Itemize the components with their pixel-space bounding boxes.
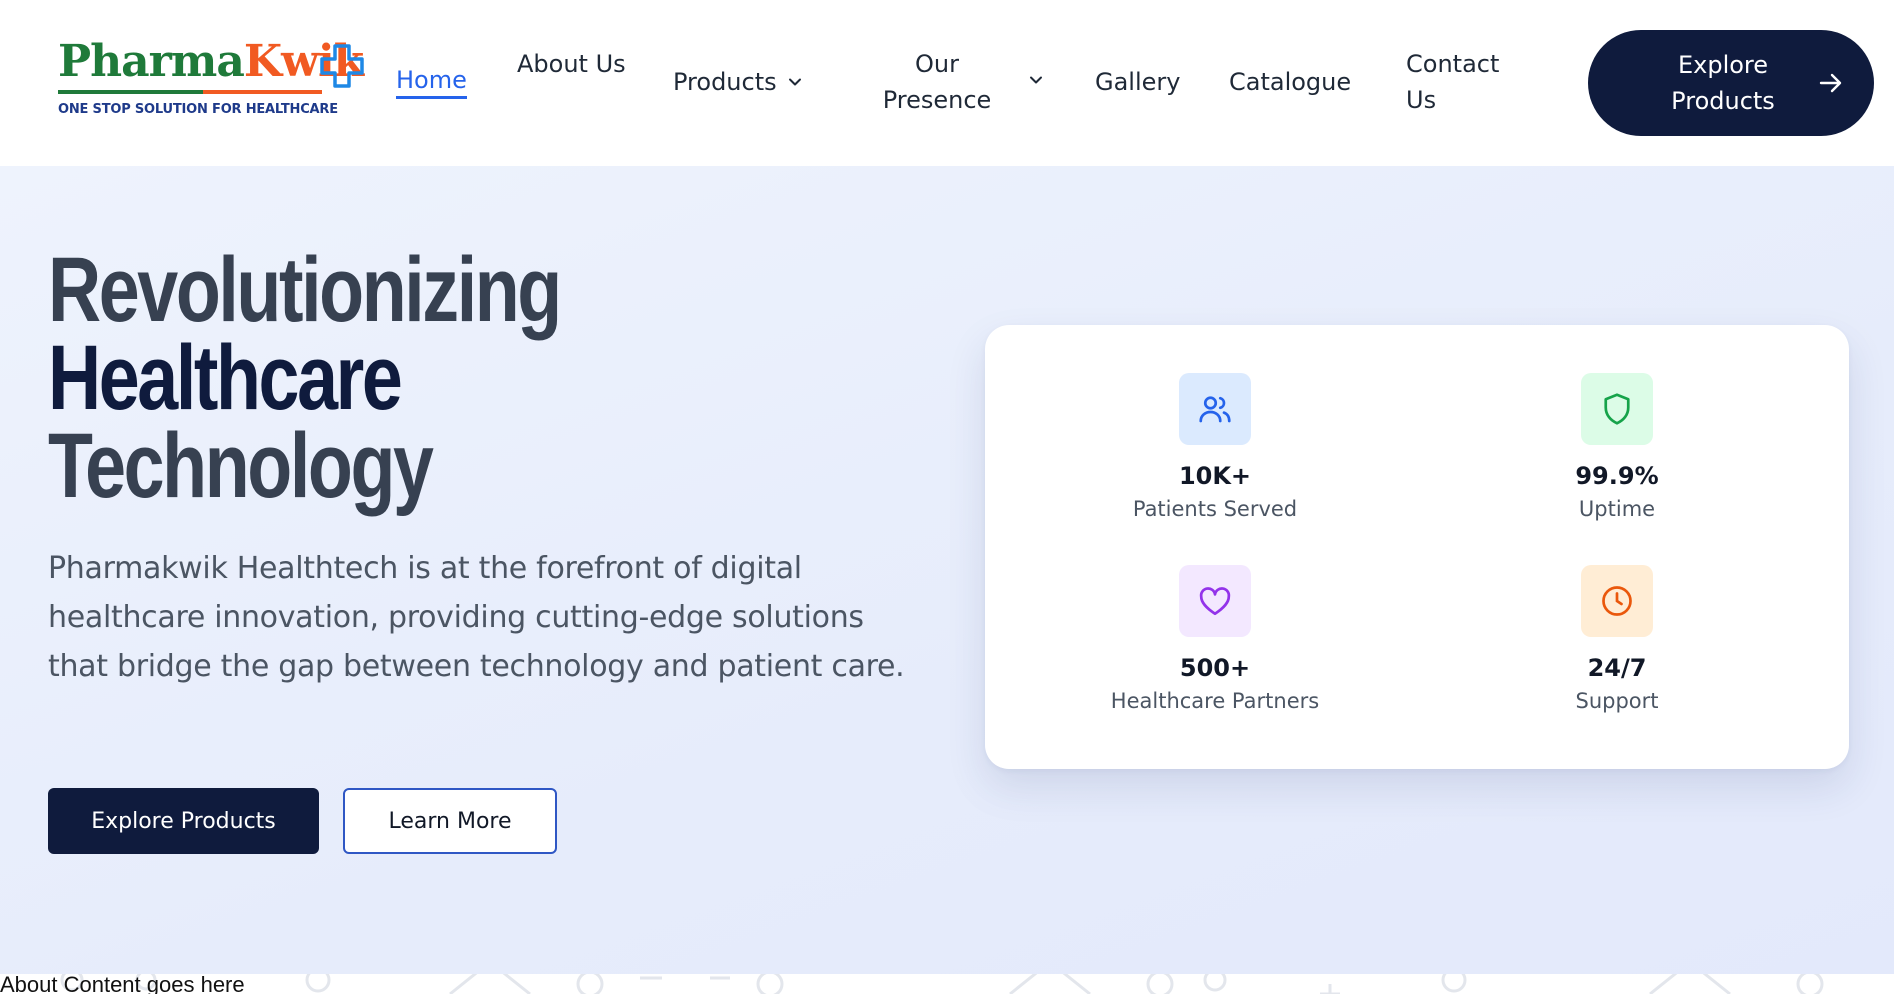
medical-cross-icon (320, 44, 364, 88)
stat-icon-box (1581, 373, 1653, 445)
nav-catalogue[interactable]: Catalogue (1229, 64, 1351, 100)
brand-name-part1: Pharma (58, 36, 245, 87)
about-section: About Content goes here (0, 974, 1894, 994)
hero-title-line1: Revolutionizing (48, 239, 562, 341)
hero-title: Revolutionizing Healthcare Technology (48, 239, 562, 517)
brand-underline (58, 90, 322, 94)
stat-patients-served: 10K+ Patients Served (1065, 373, 1365, 523)
stat-value: 99.9% (1575, 462, 1659, 490)
brand-tagline: ONE STOP SOLUTION FOR HEALTHCARE (58, 102, 338, 117)
about-placeholder-text: About Content goes here (0, 974, 245, 994)
nav-home[interactable]: Home (396, 64, 467, 99)
stat-support: 24/7 Support (1467, 565, 1767, 715)
stat-icon-box (1179, 565, 1251, 637)
clock-icon (1602, 586, 1632, 616)
arrow-right-icon (1819, 73, 1842, 93)
nav-contact-us[interactable]: Contact Us (1406, 46, 1516, 118)
nav-products-label: Products (673, 68, 777, 96)
hero-title-line3: Technology (48, 415, 434, 517)
stat-label: Support (1575, 689, 1659, 713)
stat-value: 24/7 (1587, 654, 1647, 682)
stats-card: 10K+ Patients Served 99.9% Uptime 500+ H… (985, 325, 1849, 769)
explore-products-button[interactable]: Explore Products (48, 788, 319, 854)
hero-title-line2: Healthcare (48, 327, 403, 429)
stat-label: Healthcare Partners (1110, 689, 1320, 713)
stat-healthcare-partners: 500+ Healthcare Partners (1065, 565, 1365, 715)
heart-icon (1199, 587, 1231, 616)
stat-icon-box (1179, 373, 1251, 445)
shield-icon (1604, 393, 1630, 425)
stat-uptime: 99.9% Uptime (1467, 373, 1767, 523)
stat-value: 10K+ (1178, 462, 1252, 490)
stat-label: Uptime (1578, 497, 1656, 521)
hero-section: Revolutionizing Healthcare Technology Ph… (0, 166, 1894, 974)
explore-products-header-label: Explore Products (1671, 51, 1775, 115)
nav-gallery[interactable]: Gallery (1095, 64, 1180, 100)
chevron-down-icon (788, 78, 801, 86)
site-header: PharmaKwik ONE STOP SOLUTION FOR HEALTHC… (0, 0, 1894, 166)
explore-products-header-button[interactable]: Explore Products (1588, 30, 1874, 136)
chevron-down-icon[interactable] (1026, 70, 1046, 90)
nav-products[interactable]: Products (673, 64, 805, 100)
nav-about-us[interactable]: About Us (517, 46, 627, 82)
learn-more-button[interactable]: Learn More (343, 788, 557, 854)
stat-value: 500+ (1179, 654, 1251, 682)
brand-logo[interactable]: PharmaKwik ONE STOP SOLUTION FOR HEALTHC… (56, 40, 366, 124)
users-icon (1199, 396, 1231, 423)
background-pattern (60, 974, 1824, 994)
stat-icon-box (1581, 565, 1653, 637)
stat-label: Patients Served (1132, 497, 1298, 521)
nav-our-presence[interactable]: Our Presence (882, 46, 992, 118)
hero-description: Pharmakwik Healthtech is at the forefron… (48, 551, 905, 684)
